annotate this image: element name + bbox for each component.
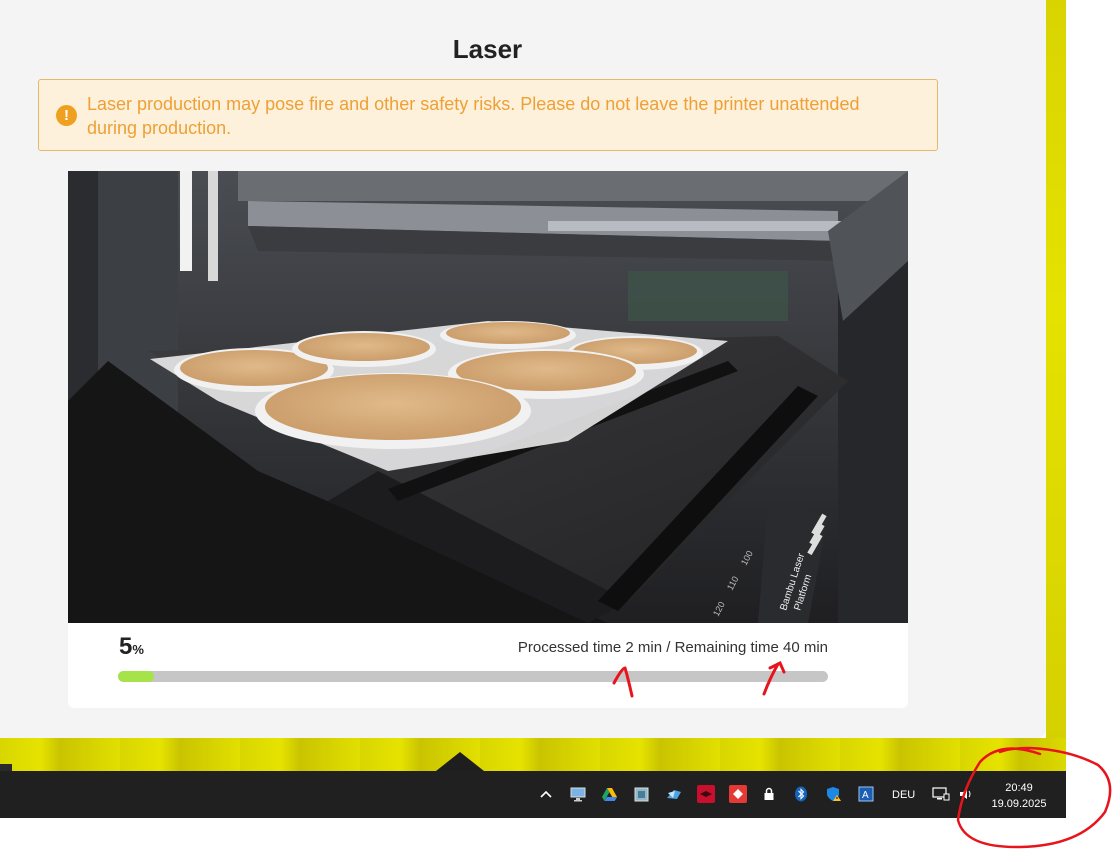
laser-dialog: Laser ! Laser production may pose fire a… (0, 0, 1046, 738)
lock-icon[interactable] (760, 785, 778, 803)
warning-text: Laser production may pose fire and other… (87, 94, 860, 138)
desktop-background-bottom (0, 738, 1066, 771)
bluetooth-icon[interactable] (792, 785, 810, 803)
progress-percent-value: 5 (119, 633, 133, 660)
font-icon[interactable]: A (857, 785, 875, 803)
network-icon[interactable] (932, 785, 950, 803)
safety-warning-banner: ! Laser production may pose fire and oth… (38, 79, 938, 151)
time-info: Processed time 2 min / Remaining time 40… (517, 639, 828, 656)
clock-time: 20:49 (1005, 782, 1033, 794)
progress-bar (118, 671, 828, 682)
google-drive-icon[interactable] (600, 785, 618, 803)
svg-text:A: A (862, 790, 869, 801)
progress-percent: 5% (119, 633, 144, 661)
input-language[interactable]: DEU (892, 789, 915, 801)
onedrive-icon[interactable] (665, 785, 683, 803)
camera-image: Bambu Laser Platform 120 110 100 (68, 171, 908, 623)
desktop-background-right (1046, 0, 1066, 770)
dialog-title: Laser (452, 34, 523, 64)
warning-circle-icon: ! (56, 105, 77, 126)
chevron-up-icon[interactable] (537, 785, 555, 803)
camera-feed: Bambu Laser Platform 120 110 100 (68, 171, 908, 623)
speaker-icon[interactable] (957, 785, 975, 803)
windows-taskbar: A DEU 20:49 19.09.2025 (0, 771, 1066, 818)
app-icon[interactable] (632, 785, 650, 803)
shield-icon[interactable] (824, 785, 842, 803)
desktop-shape (436, 752, 484, 771)
progress-bar-fill (118, 671, 154, 682)
desktop-shape-2 (0, 764, 12, 771)
progress-percent-unit: % (132, 642, 144, 657)
red-app-icon[interactable] (697, 785, 715, 803)
monitor-icon[interactable] (569, 785, 587, 803)
red-app-icon-2[interactable] (729, 785, 747, 803)
taskbar-clock[interactable]: 20:49 19.09.2025 (982, 780, 1056, 812)
clock-date: 19.09.2025 (991, 798, 1047, 810)
progress-panel: 5% Processed time 2 min / Remaining time… (68, 623, 908, 708)
